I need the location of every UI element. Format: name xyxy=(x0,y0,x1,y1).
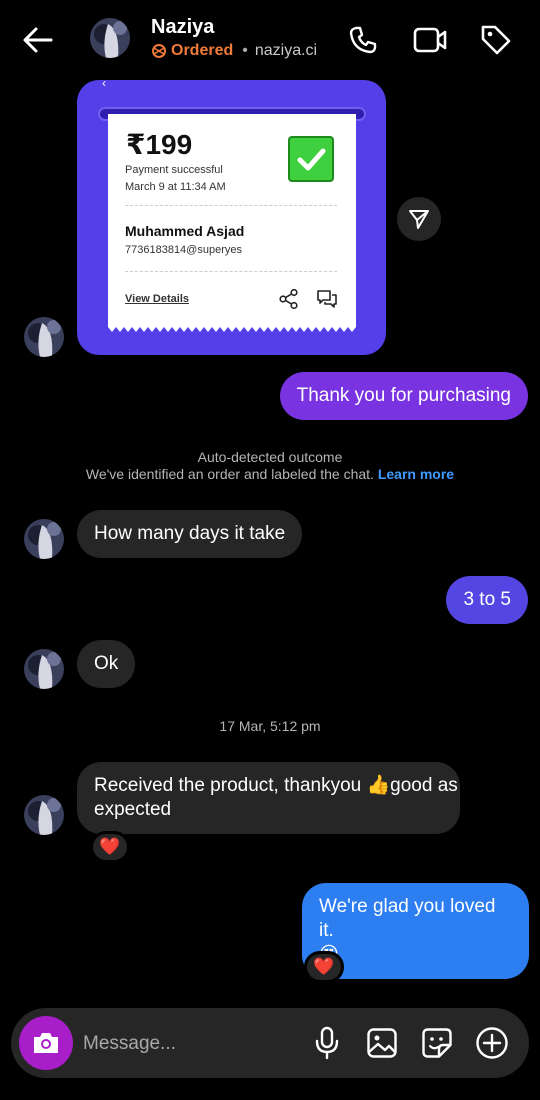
camera-button[interactable] xyxy=(19,1016,73,1070)
gallery-button[interactable] xyxy=(364,1024,400,1062)
heart-reaction[interactable]: ❤️ xyxy=(304,951,344,983)
separator-dot: • xyxy=(242,42,248,59)
tag-icon xyxy=(479,23,513,57)
send-icon xyxy=(407,207,431,231)
auto-detected-notice: Auto-detected outcome We've identified a… xyxy=(0,449,540,483)
contact-name[interactable]: Naziya xyxy=(151,16,214,39)
order-label-icon xyxy=(151,43,167,59)
checkmark-icon xyxy=(288,136,334,182)
forward-button[interactable] xyxy=(397,197,441,241)
video-camera-icon xyxy=(412,24,448,56)
auto-detected-title: Auto-detected outcome xyxy=(197,449,343,465)
contact-subline: Ordered • naziya.ci xyxy=(151,42,317,60)
message-line: Received the product, thankyou 👍good as xyxy=(94,775,458,796)
receipt-torn-edge xyxy=(108,323,356,332)
phone-icon xyxy=(347,24,379,56)
receipt-divider xyxy=(125,271,337,272)
sticker-button[interactable] xyxy=(419,1024,455,1062)
heart-reaction[interactable]: ❤️ xyxy=(90,831,130,863)
image-icon xyxy=(366,1027,398,1059)
message-timestamp: 17 Mar, 5:12 pm xyxy=(219,718,321,734)
card-edge-mark: ‹ xyxy=(102,76,106,90)
sender-avatar[interactable] xyxy=(24,317,64,357)
payment-amount: ₹199 xyxy=(126,129,193,160)
chat-bubbles-icon[interactable] xyxy=(316,288,338,310)
incoming-message[interactable]: How many days it take xyxy=(77,510,303,558)
voice-message-button[interactable] xyxy=(309,1024,345,1062)
payment-date: March 9 at 11:34 AM xyxy=(125,181,226,193)
contact-handle: naziya.ci xyxy=(254,42,318,59)
message-line: We're glad you loved it. xyxy=(319,896,496,941)
incoming-message[interactable]: Received the product, thankyou 👍good as … xyxy=(77,762,460,834)
heart-emoji: ❤️ xyxy=(99,837,121,856)
sender-avatar[interactable] xyxy=(24,795,64,835)
microphone-icon xyxy=(313,1026,341,1060)
incoming-message[interactable]: Ok xyxy=(77,640,136,688)
auto-detected-text: We've identified an order and labeled th… xyxy=(85,466,374,482)
message-line: expected xyxy=(94,799,172,820)
payment-status: Payment successful xyxy=(125,164,223,176)
back-arrow-icon[interactable] xyxy=(18,20,58,60)
message-emoji: 😍 xyxy=(319,943,512,967)
contact-avatar[interactable] xyxy=(90,18,130,58)
add-attachment-button[interactable] xyxy=(474,1024,510,1062)
outgoing-message[interactable]: 3 to 5 xyxy=(446,576,528,624)
sender-avatar[interactable] xyxy=(24,649,64,689)
camera-icon xyxy=(31,1030,61,1056)
heart-emoji: ❤️ xyxy=(313,957,335,976)
payer-upi-id: 7736183814@superyes xyxy=(125,244,242,256)
label-tag-button[interactable] xyxy=(476,20,516,60)
plus-circle-icon xyxy=(475,1026,509,1060)
view-details-link[interactable]: View Details xyxy=(125,293,189,305)
outgoing-message[interactable]: Thank you for purchasing xyxy=(279,372,528,420)
auto-detected-body: We've identified an order and labeled th… xyxy=(0,466,540,483)
sender-avatar[interactable] xyxy=(24,519,64,559)
receipt-paper: ₹199 Payment successful March 9 at 11:34… xyxy=(108,114,356,324)
voice-call-button[interactable] xyxy=(343,20,383,60)
sticker-icon xyxy=(421,1027,453,1059)
receipt-divider xyxy=(125,205,337,206)
payer-name: Muhammed Asjad xyxy=(125,223,245,239)
learn-more-link[interactable]: Learn more xyxy=(378,466,454,482)
share-icon[interactable] xyxy=(278,288,300,310)
video-call-button[interactable] xyxy=(410,20,450,60)
message-input[interactable] xyxy=(83,1026,293,1062)
order-status[interactable]: Ordered xyxy=(171,42,233,60)
